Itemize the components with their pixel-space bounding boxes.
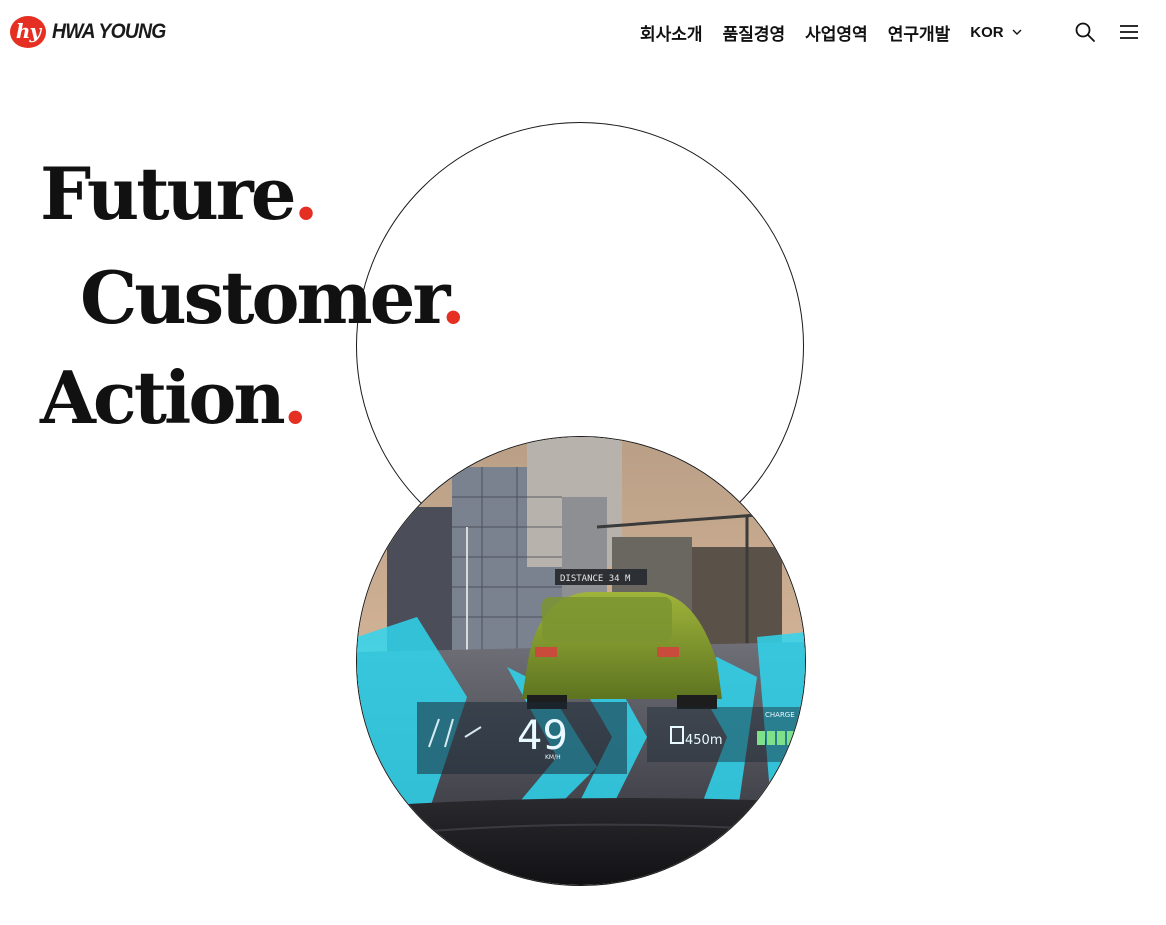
hero-dot: .	[293, 151, 319, 236]
hud-speed-unit: KM/H	[545, 754, 561, 761]
hero-word: Action	[40, 355, 286, 440]
hero-line-future: Future.	[40, 158, 319, 230]
hero-word: Customer	[80, 255, 444, 340]
hamburger-menu-icon[interactable]	[1118, 22, 1140, 42]
main-nav: 회사소개 품질경영 사업영역 연구개발 KOR	[640, 20, 1022, 45]
chevron-down-icon	[1012, 29, 1022, 35]
nav-item-business[interactable]: 사업영역	[805, 20, 868, 45]
hero-word: Future	[40, 151, 297, 236]
hud-distance-text: DISTANCE 34 M	[560, 574, 631, 584]
logo-wordmark: HWA YOUNG	[52, 20, 166, 43]
hud-range-text: 450m	[685, 733, 722, 748]
logo-mark: hy	[10, 16, 46, 48]
hud-charge-label: CHARGE	[765, 711, 795, 719]
brand-logo[interactable]: hy HWA YOUNG	[10, 16, 175, 48]
hud-scene-image: DISTANCE 34 M 49 KM/H 450m CHARGE	[357, 437, 805, 885]
language-label: KOR	[970, 24, 1004, 41]
hud-photo-circle: DISTANCE 34 M 49 KM/H 450m CHARGE	[356, 436, 806, 886]
site-header: hy HWA YOUNG 회사소개 품질경영 사업영역 연구개발 KOR	[0, 0, 1166, 66]
hero-dot: .	[282, 355, 308, 440]
hero-line-customer: Customer.	[80, 262, 466, 334]
language-selector[interactable]: KOR	[970, 24, 1022, 41]
nav-item-quality[interactable]: 품질경영	[723, 20, 786, 45]
logo-mark-text: hy	[15, 18, 41, 43]
nav-item-rnd[interactable]: 연구개발	[888, 20, 951, 45]
nav-item-company[interactable]: 회사소개	[640, 20, 703, 45]
hud-speed-text: 49	[517, 713, 568, 759]
hero-dot: .	[440, 255, 466, 340]
hero-line-action: Action.	[40, 362, 308, 434]
search-icon[interactable]	[1074, 21, 1096, 43]
